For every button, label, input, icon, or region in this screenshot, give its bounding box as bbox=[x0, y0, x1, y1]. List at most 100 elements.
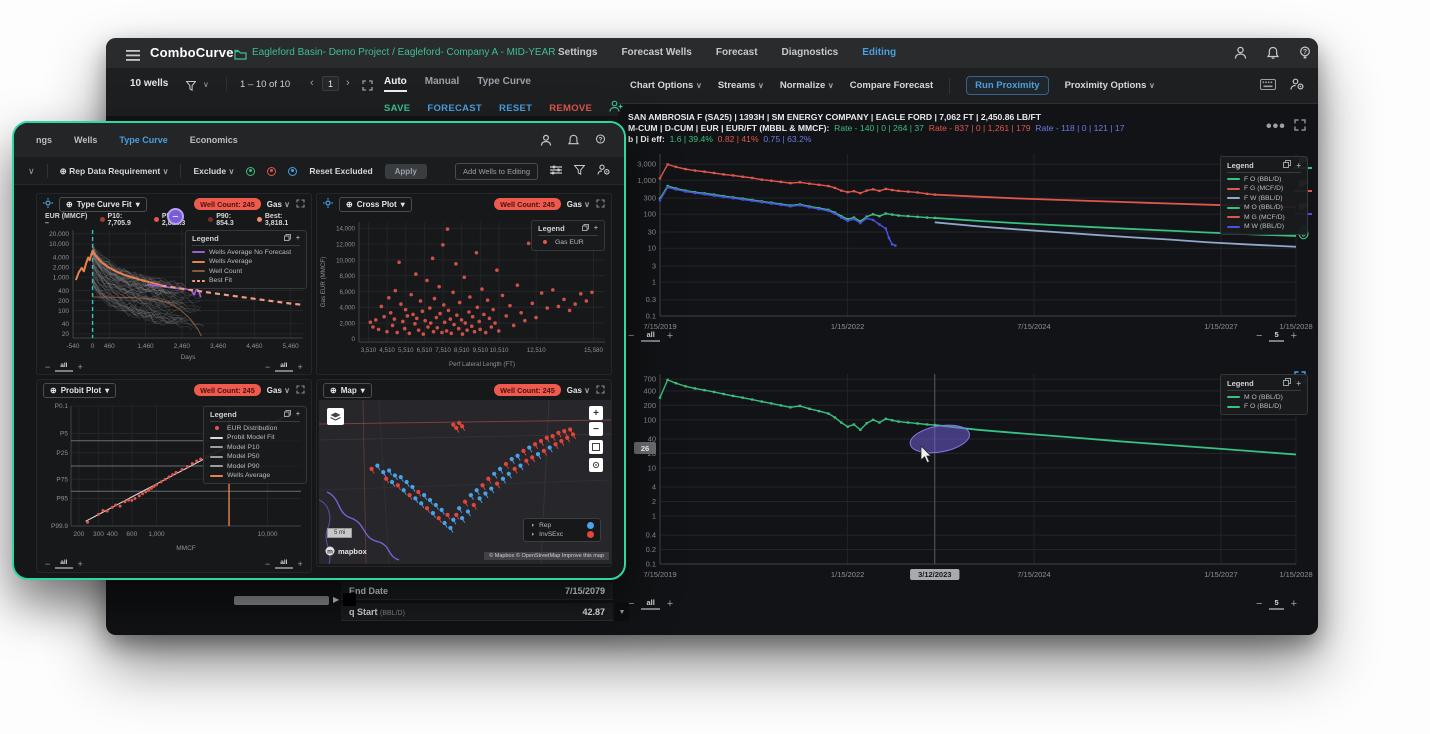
chart-options-dropdown[interactable]: Chart Options ∨ bbox=[630, 80, 702, 91]
tab-manual[interactable]: Manual bbox=[425, 76, 459, 92]
page-number-input[interactable] bbox=[322, 76, 339, 91]
overlay-tab-wells[interactable]: Wells bbox=[74, 123, 97, 159]
radio-gas[interactable] bbox=[267, 167, 276, 176]
user-icon[interactable] bbox=[1234, 46, 1247, 64]
wells-filter-icon[interactable] bbox=[186, 78, 196, 96]
exclude-dropdown[interactable]: Exclude ∨ bbox=[193, 166, 234, 176]
map-zoom-out-button[interactable]: − bbox=[589, 422, 603, 436]
remove-button[interactable]: REMOVE bbox=[549, 103, 592, 114]
stream-select[interactable]: Gas ∨ bbox=[267, 386, 290, 395]
legend-copy-icon[interactable] bbox=[284, 234, 291, 243]
rep-data-requirement-dropdown[interactable]: ⊕ Rep Data Requirement ∨ bbox=[60, 166, 169, 177]
panel-fullscreen-icon[interactable] bbox=[296, 381, 305, 399]
bottom-chart-legend[interactable]: Legend + M O (BBL/D)F O (BBL/D) bbox=[1220, 374, 1308, 415]
top-chart-zoom-left[interactable]: −all+ bbox=[628, 330, 673, 342]
nav-forecast-wells[interactable]: Forecast Wells bbox=[621, 38, 691, 70]
sliders-icon[interactable] bbox=[550, 162, 562, 180]
tcf-zoom-left[interactable]: −all+ bbox=[45, 362, 83, 372]
menu-icon[interactable] bbox=[126, 48, 140, 66]
map-attribution[interactable]: © Mapbox © OpenStreetMap Improve this ma… bbox=[484, 552, 609, 560]
tab-auto[interactable]: Auto bbox=[384, 76, 407, 92]
probit-plot-dropdown[interactable]: ⊕ Probit Plot ▾ bbox=[43, 383, 116, 398]
legend-move-icon[interactable]: + bbox=[1296, 161, 1301, 170]
horizontal-scrollbar-thumb[interactable] bbox=[234, 596, 329, 605]
compare-forecast-button[interactable]: Compare Forecast bbox=[850, 80, 933, 91]
help-bulb-icon[interactable]: ? bbox=[1299, 46, 1311, 64]
add-wells-to-editing-button[interactable]: Add Wells to Editing bbox=[455, 163, 538, 180]
type-curve-fit-legend[interactable]: Legend+ Wells Average No ForecastWells A… bbox=[185, 230, 307, 289]
proximity-options-dropdown[interactable]: Proximity Options ∨ bbox=[1065, 80, 1155, 91]
help-bulb-icon[interactable]: ? bbox=[595, 133, 606, 151]
main-top-chart[interactable]: 3,0001,0003001003010310.30.17/15/20191/1… bbox=[620, 148, 1318, 344]
streams-dropdown[interactable]: Streams ∨ bbox=[718, 80, 764, 91]
nav-editing[interactable]: Editing bbox=[862, 38, 896, 70]
chart-more-options-icon[interactable]: ••• bbox=[1266, 118, 1286, 136]
scroll-right-arrow[interactable]: ▶ bbox=[333, 595, 339, 604]
tab-type-curve[interactable]: Type Curve bbox=[477, 76, 531, 92]
page-next-button[interactable]: › bbox=[346, 77, 350, 89]
legend-copy-icon[interactable] bbox=[284, 410, 291, 419]
nav-settings[interactable]: Settings bbox=[558, 38, 597, 70]
panel-settings-gear-icon[interactable] bbox=[323, 195, 333, 213]
forecast-button[interactable]: FORECAST bbox=[427, 103, 482, 114]
map-layers-button[interactable] bbox=[327, 408, 344, 425]
collapse-chevron[interactable]: ∨ bbox=[28, 166, 35, 177]
probit-zoom-left[interactable]: −all+ bbox=[45, 559, 83, 569]
overlay-tab-economics[interactable]: Economics bbox=[190, 123, 238, 159]
run-proximity-button[interactable]: Run Proximity bbox=[966, 76, 1048, 95]
map-zoom-in-button[interactable]: + bbox=[589, 406, 603, 420]
breadcrumb[interactable]: Eagleford Basin- Demo Project / Eaglefor… bbox=[252, 47, 555, 58]
legend-copy-icon[interactable] bbox=[1283, 378, 1291, 388]
user-settings-icon[interactable] bbox=[597, 162, 610, 180]
radio-water[interactable] bbox=[288, 167, 297, 176]
probit-zoom-right[interactable]: −all+ bbox=[265, 559, 303, 569]
stream-select[interactable]: Gas ∨ bbox=[567, 386, 590, 395]
reset-button[interactable]: RESET bbox=[499, 103, 532, 114]
cross-plot-legend[interactable]: Legend+ Gas EUR bbox=[531, 220, 605, 251]
radio-oil[interactable] bbox=[246, 167, 255, 176]
top-chart-zoom-right[interactable]: −5+ bbox=[1256, 330, 1297, 342]
stream-select[interactable]: Gas ∨ bbox=[267, 200, 290, 209]
legend-move-icon[interactable]: + bbox=[1296, 379, 1301, 388]
notifications-bell-icon[interactable] bbox=[1267, 46, 1279, 64]
probit-plot-legend[interactable]: Legend+ EUR DistributionProbit Model Fit… bbox=[203, 406, 307, 484]
panel-fullscreen-icon[interactable] bbox=[596, 195, 605, 213]
filter-funnel-icon[interactable] bbox=[574, 162, 585, 180]
panel-settings-gear-icon[interactable] bbox=[43, 195, 53, 213]
panel-fullscreen-icon[interactable] bbox=[596, 381, 605, 399]
map-dropdown[interactable]: ⊕ Map ▾ bbox=[323, 383, 372, 398]
map-locate-button[interactable] bbox=[589, 458, 603, 472]
nav-forecast[interactable]: Forecast bbox=[716, 38, 758, 70]
map-expand-button[interactable] bbox=[589, 440, 603, 454]
project-folder-icon[interactable] bbox=[234, 47, 247, 65]
keyboard-shortcuts-icon[interactable] bbox=[1260, 77, 1276, 95]
nav-diagnostics[interactable]: Diagnostics bbox=[782, 38, 839, 70]
overlay-tab-settings[interactable]: ngs bbox=[36, 123, 52, 159]
type-curve-fit-dropdown[interactable]: ⊕ Type Curve Fit ▾ bbox=[59, 197, 147, 212]
tcf-zoom-right[interactable]: −all+ bbox=[265, 362, 303, 372]
param-row-end-date[interactable]: End Date 7/15/2079 bbox=[341, 582, 613, 600]
page-prev-button[interactable]: ‹ bbox=[310, 77, 314, 89]
legend-copy-icon[interactable] bbox=[582, 224, 589, 233]
param-row-q-start[interactable]: q Start (BBL/D) 42.87 bbox=[341, 603, 613, 621]
top-chart-legend[interactable]: Legend + F O (BBL/D)F G (MCF/D)F W (BBL/… bbox=[1220, 156, 1308, 235]
tour-minus-button[interactable]: − bbox=[167, 208, 184, 225]
expand-wells-icon[interactable] bbox=[362, 78, 373, 96]
user-icon[interactable] bbox=[540, 133, 552, 151]
main-bottom-chart[interactable]: 7004002001004020104210.40.20.17/15/20191… bbox=[620, 366, 1318, 592]
notifications-bell-icon[interactable] bbox=[568, 133, 579, 151]
cross-plot-dropdown[interactable]: ⊕ Cross Plot ▾ bbox=[339, 197, 412, 212]
bottom-chart-zoom-right[interactable]: −5+ bbox=[1256, 598, 1297, 610]
overlay-tab-type-curve[interactable]: Type Curve bbox=[119, 123, 167, 159]
stream-select[interactable]: Gas ∨ bbox=[567, 200, 590, 209]
user-settings-icon[interactable] bbox=[1290, 77, 1304, 95]
legend-copy-icon[interactable] bbox=[1283, 160, 1291, 170]
normalize-dropdown[interactable]: Normalize ∨ bbox=[780, 80, 834, 91]
reset-excluded-button[interactable]: Reset Excluded bbox=[309, 166, 372, 176]
param-row-expander[interactable]: ▼ bbox=[615, 603, 629, 621]
panel-fullscreen-icon[interactable] bbox=[296, 195, 305, 213]
apply-button[interactable]: Apply bbox=[385, 164, 427, 179]
chart-fullscreen-icon[interactable] bbox=[1294, 118, 1306, 136]
save-button[interactable]: SAVE bbox=[384, 103, 410, 114]
wells-dropdown-chevron[interactable]: ∨ bbox=[203, 80, 209, 89]
